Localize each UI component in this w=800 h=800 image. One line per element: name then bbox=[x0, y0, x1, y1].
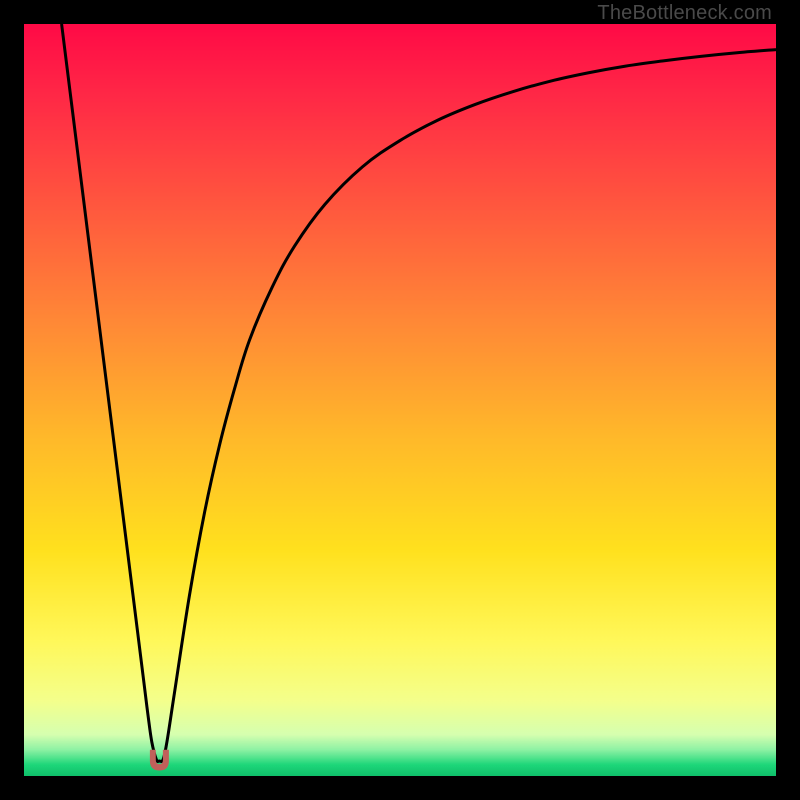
watermark-text: TheBottleneck.com bbox=[597, 2, 772, 25]
bottleneck-chart bbox=[24, 24, 776, 776]
bottleneck-curve-line bbox=[62, 24, 776, 761]
